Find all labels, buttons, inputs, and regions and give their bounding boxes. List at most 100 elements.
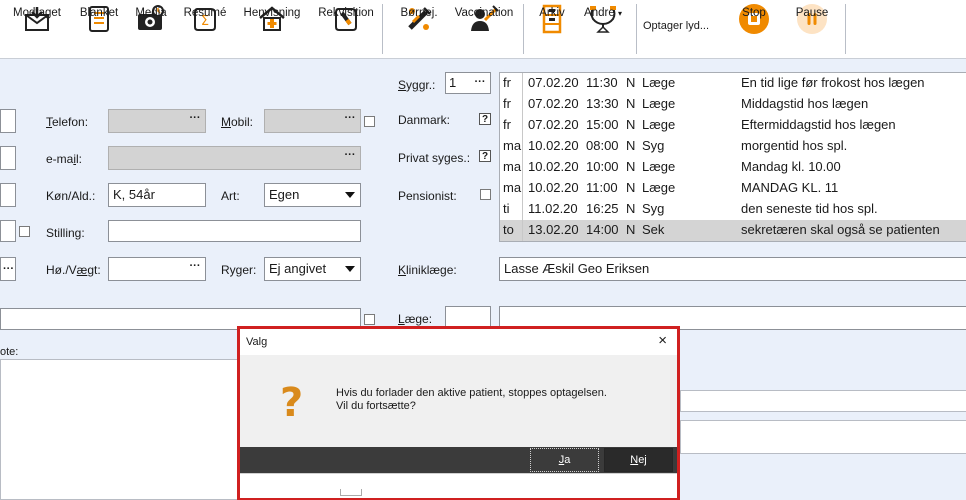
cut-field-row5[interactable]: ··· (0, 257, 16, 281)
henvisning-button[interactable]: Henvisning (240, 2, 304, 56)
appointment-type: Læge (642, 96, 676, 111)
appointment-row[interactable]: to 13.02.20 14:00 N Sek sekretæren skal også … (500, 220, 966, 241)
appointment-note: Middagstid hos lægen (741, 96, 869, 111)
recording-status-text: Optager lyd... (643, 20, 710, 32)
stilling-input[interactable] (108, 220, 361, 242)
note-textarea[interactable] (0, 359, 240, 500)
appointment-type: Læge (642, 159, 676, 174)
appointment-time: 08:00 (586, 138, 619, 153)
email-lookup-button[interactable]: ··· (341, 148, 359, 168)
appointment-row[interactable]: fr 07.02.20 11:30 N Læge En tid lige før frok… (500, 73, 966, 94)
appointment-flag: N (626, 201, 636, 216)
appointment-type: Læge (642, 117, 676, 132)
resume-button[interactable]: Σ Resumé (180, 2, 230, 56)
appointment-day: fr (503, 75, 511, 90)
appointment-row[interactable]: ma 10.02.20 11:00 N Læge MANDAG KL. 11 (500, 178, 966, 199)
kliniklaege-input[interactable]: Lasse Æskil Geo Eriksen (499, 257, 966, 281)
appointment-row[interactable]: ma 10.02.20 08:00 N Syg morgentid hos spl. (500, 136, 966, 157)
appointment-time: 10:00 (586, 159, 619, 174)
appointment-row[interactable]: fr 07.02.20 13:30 N Læge Middagstid hos lægen (500, 94, 966, 115)
mobil-input[interactable]: ··· (264, 109, 361, 133)
appointment-list: fr 07.02.20 11:30 N Læge En tid lige før frok… (499, 72, 966, 242)
cut-field-row3[interactable] (0, 183, 16, 207)
andre-button[interactable]: Andre ▾ (578, 2, 628, 56)
hojde-vaegt-input[interactable]: ··· (108, 257, 206, 281)
appointment-type: Sek (642, 222, 665, 237)
column-divider (522, 157, 523, 178)
mobil-lookup-button[interactable]: ··· (341, 111, 359, 131)
email-input[interactable]: ··· (108, 146, 361, 170)
kon-alder-input[interactable]: K, 54år (108, 183, 206, 207)
media-button[interactable]: Media (131, 2, 171, 56)
sygr-input[interactable]: 1 ··· (445, 72, 491, 94)
appointment-date: 13.02.20 (528, 222, 579, 237)
appointment-date: 11.02.20 (528, 201, 578, 216)
cut-field-row2[interactable] (0, 146, 16, 170)
sygr-label: Syggr.: (398, 78, 436, 92)
toolbar-separator (636, 4, 637, 54)
dialog-message-line2: Vil du fortsætte? (336, 400, 416, 412)
pensionist-checkbox[interactable] (480, 189, 491, 200)
sygr-lookup-button[interactable]: ··· (471, 74, 489, 92)
danmark-help-icon[interactable]: ? (479, 113, 491, 125)
privat-syges-help-icon[interactable]: ? (479, 150, 491, 162)
art-select[interactable]: Egen (264, 183, 361, 207)
cut-field-row4[interactable] (0, 220, 16, 242)
right-info-field-2[interactable] (680, 420, 966, 454)
hojde-vaegt-lookup-button[interactable]: ··· (186, 259, 204, 279)
bornej-button[interactable]: Børnej. (397, 2, 441, 56)
telefon-label: Telefon: (46, 115, 89, 129)
row4-checkbox[interactable] (19, 226, 30, 237)
modtaget-button[interactable]: Modtaget (10, 2, 64, 56)
appointment-row[interactable]: ti 11.02.20 16:25 N Syg den seneste tid hos s… (500, 199, 966, 220)
appointment-type: Syg (642, 201, 665, 216)
appointment-time: 11:30 (586, 75, 618, 90)
address-checkbox[interactable] (364, 314, 375, 325)
column-divider (522, 94, 523, 115)
pause-button[interactable]: Pause (792, 2, 832, 56)
stop-label: Stop (742, 7, 766, 19)
pensionist-label: Pensionist: (398, 189, 457, 203)
appointment-note: morgentid hos spl. (741, 138, 848, 153)
stop-button[interactable]: Stop (734, 2, 774, 56)
ryger-select[interactable]: Ej angivet (264, 257, 361, 281)
henvisning-label: Henvisning (243, 7, 301, 19)
arkiv-button[interactable]: Arkiv (534, 2, 570, 56)
art-value: Egen (269, 187, 300, 202)
close-icon[interactable]: × (658, 333, 667, 349)
mobil-checkbox[interactable] (364, 116, 375, 127)
dialog-message-line1: Hvis du forlader den aktive patient, sto… (336, 387, 607, 399)
appointment-day: ti (503, 201, 510, 216)
appointment-day: to (503, 222, 514, 237)
appointment-flag: N (626, 96, 636, 111)
toolbar: Modtaget Blanket Media Σ Resumé Henvisni… (0, 0, 966, 59)
telefon-lookup-button[interactable]: ··· (186, 111, 204, 131)
dialog-message: Hvis du forlader den aktive patient, sto… (336, 387, 666, 413)
rekvisition-label: Rekvisition (318, 7, 374, 19)
column-divider (522, 73, 523, 94)
vaccination-button[interactable]: Vaccination (452, 2, 516, 56)
danmark-label: Danmark: (398, 113, 451, 127)
cut-field-dots: ··· (3, 263, 14, 275)
kon-alder-label: Køn/Ald.: (46, 189, 96, 203)
right-info-field-1[interactable] (680, 390, 966, 412)
appointment-type: Syg (642, 138, 665, 153)
appointment-row[interactable]: fr 07.02.20 15:00 N Læge Eftermiddagstid hos … (500, 115, 966, 136)
appointment-note: den seneste tid hos spl. (741, 201, 878, 216)
yes-button[interactable]: Ja (530, 448, 599, 472)
column-divider (522, 220, 523, 241)
rekvisition-button[interactable]: Rekvisition (316, 2, 376, 56)
appointment-flag: N (626, 159, 636, 174)
no-button[interactable]: Nej (604, 448, 673, 472)
appointment-note: MANDAG KL. 11 (741, 180, 839, 195)
toolbar-separator (845, 4, 846, 54)
appointment-row[interactable]: ma 10.02.20 10:00 N Læge Mandag kl. 10.00 (500, 157, 966, 178)
blanket-button[interactable]: Blanket (77, 2, 121, 56)
confirm-dialog: Valg × ? Hvis du forlader den aktive pat… (237, 326, 680, 500)
appointment-flag: N (626, 138, 636, 153)
telefon-input[interactable]: ··· (108, 109, 206, 133)
arkiv-label: Arkiv (539, 7, 565, 19)
appointment-date: 07.02.20 (528, 96, 579, 111)
appointment-time: 16:25 (586, 201, 619, 216)
cut-field-row1[interactable] (0, 109, 16, 133)
